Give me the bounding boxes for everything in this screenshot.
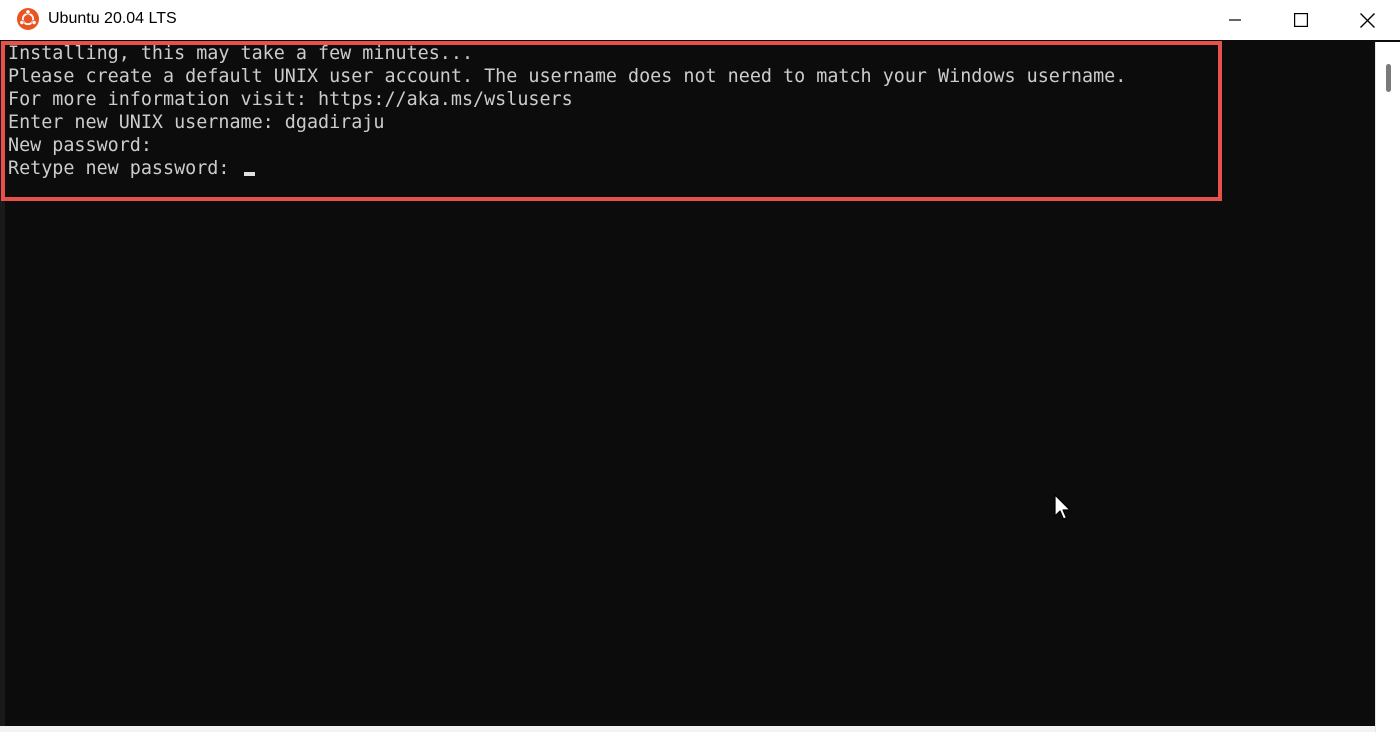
password-prompt: Retype new password: [8, 158, 241, 179]
scrollbar-thumb[interactable] [1386, 64, 1391, 92]
terminal-prompt-line[interactable]: Retype new password: [8, 157, 255, 180]
terminal-line: Please create a default UNIX user accoun… [8, 66, 1127, 87]
terminal-line: For more information visit: https://aka.… [8, 89, 573, 110]
close-icon [1359, 12, 1375, 28]
window-title: Ubuntu 20.04 LTS [48, 10, 177, 27]
close-button[interactable] [1334, 0, 1400, 40]
minimize-icon [1229, 19, 1241, 21]
terminal-window: Ubuntu 20.04 LTS Installing, this may ta… [0, 0, 1400, 732]
maximize-icon [1294, 13, 1308, 27]
mouse-pointer-icon [1054, 494, 1071, 520]
window-bottom-edge [0, 726, 1375, 732]
maximize-button[interactable] [1268, 0, 1334, 40]
ubuntu-logo-icon [17, 8, 39, 30]
terminal-line: Installing, this may take a few minutes.… [8, 43, 474, 64]
title-bar[interactable]: Ubuntu 20.04 LTS [0, 0, 1400, 40]
text-cursor [243, 172, 255, 176]
minimize-button[interactable] [1202, 0, 1268, 40]
terminal-line: New password: [8, 135, 152, 156]
terminal-line: Enter new UNIX username: dgadiraju [8, 112, 385, 133]
terminal-output[interactable]: Installing, this may take a few minutes.… [5, 42, 1375, 726]
vertical-scrollbar[interactable] [1375, 42, 1400, 732]
